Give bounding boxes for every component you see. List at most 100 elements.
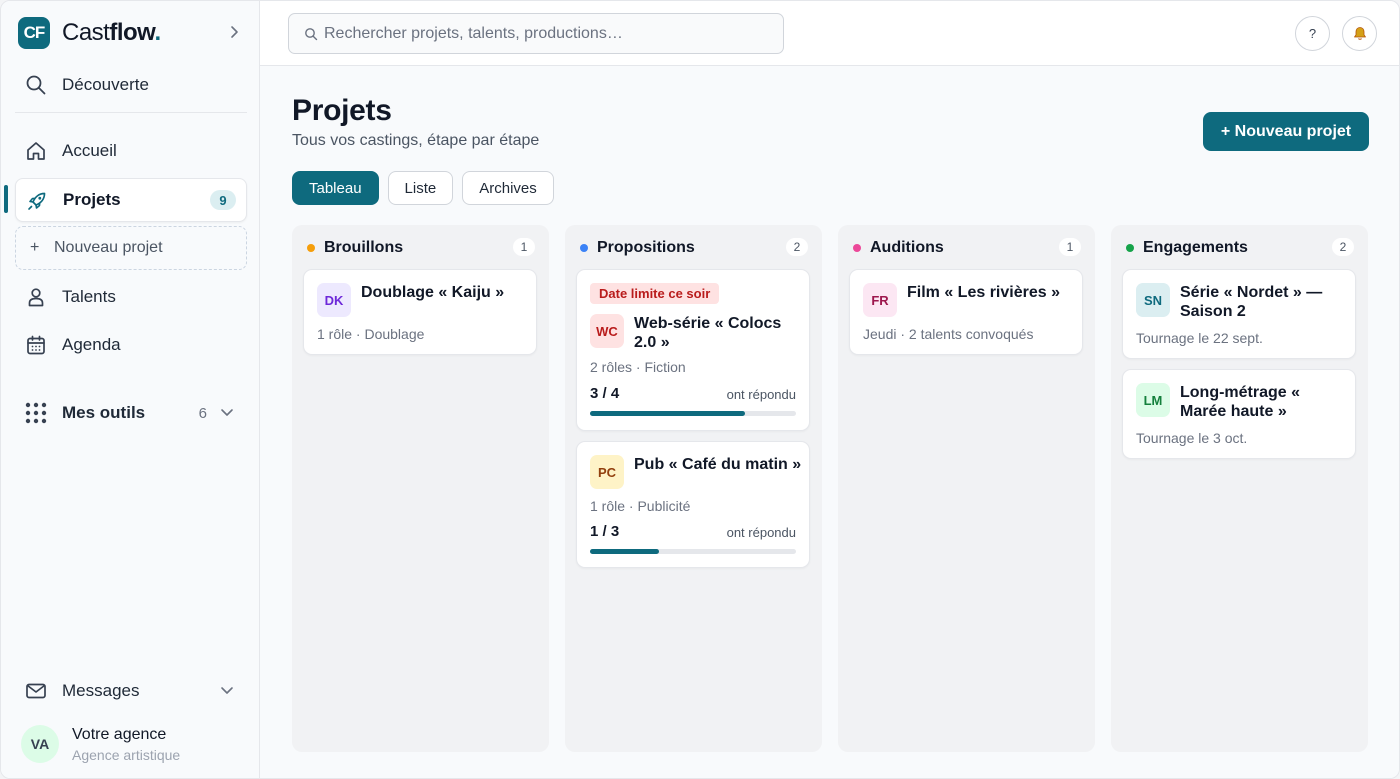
search-input[interactable] <box>324 14 774 53</box>
status-dot <box>1126 244 1134 252</box>
search-icon <box>305 28 318 41</box>
response-progress: 3 / 4 ont répondu <box>590 385 796 403</box>
avatar: VA <box>21 725 59 763</box>
search-icon <box>26 75 46 95</box>
sidebar: CF Castflow. Découverte Accueil Projets … <box>1 1 260 778</box>
project-meta: 1 rôle · Doublage <box>317 326 425 342</box>
notifications-button[interactable] <box>1342 16 1377 51</box>
mail-icon <box>26 683 46 699</box>
view-tabs: Tableau Liste Archives <box>292 171 554 205</box>
rocket-icon <box>28 192 46 210</box>
user-name: Votre agence <box>72 726 167 743</box>
column-title: Engagements <box>1143 239 1248 256</box>
sidebar-divider <box>15 112 247 113</box>
chevron-down-icon <box>221 687 233 694</box>
sidebar-item-label: Accueil <box>62 141 117 160</box>
sidebar-item-agenda[interactable]: Agenda <box>15 323 247 367</box>
project-meta: 1 rôle · Publicité <box>590 498 691 514</box>
sidebar-item-label: Agenda <box>62 335 121 354</box>
brand-name-part2: flow <box>109 19 155 46</box>
column-header: Engagements 2 <box>1126 238 1354 258</box>
bell-icon <box>1353 27 1366 40</box>
person-icon <box>28 288 44 307</box>
column-title: Propositions <box>597 239 695 256</box>
column-count: 1 <box>513 238 535 256</box>
project-meta: 2 rôles · Fiction <box>590 359 686 375</box>
column-auditions: Auditions 1 FR Film « Les rivières » Jeu… <box>838 225 1095 752</box>
project-card[interactable]: Date limite ce soir WC Web-série « Coloc… <box>576 269 810 431</box>
sidebar-item-label: Mes outils <box>62 403 146 422</box>
project-meta: Tournage le 22 sept. <box>1136 330 1263 346</box>
search-bar[interactable] <box>288 13 784 54</box>
help-button[interactable]: ? <box>1295 16 1330 51</box>
brand-logo: CF <box>18 17 50 49</box>
column-brouillons: Brouillons 1 DK Doublage « Kaiju » 1 rôl… <box>292 225 549 752</box>
progress-value: 1 / 3 <box>590 523 620 540</box>
collapse-sidebar-button[interactable] <box>223 21 245 43</box>
project-avatar: FR <box>863 283 897 317</box>
sidebar-item-label: Talents <box>62 287 116 306</box>
project-title: Série « Nordet » — Saison 2 <box>1180 284 1323 320</box>
status-dot <box>853 244 861 252</box>
project-card[interactable]: LM Long-métrage « Marée haute » Tournage… <box>1122 369 1356 459</box>
tab-tableau[interactable]: Tableau <box>292 171 379 205</box>
sidebar-item-projects[interactable]: Projets 9 <box>15 178 247 222</box>
progress-label: ont répondu <box>726 387 796 402</box>
sidebar-item-tools[interactable]: Mes outils 6 <box>15 391 247 435</box>
sidebar-new-project-button[interactable]: + Nouveau projet <box>15 226 247 270</box>
column-engagements: Engagements 2 SN Série « Nordet » — Sais… <box>1111 225 1368 752</box>
brand-name-dot: . <box>154 19 161 46</box>
chevron-down-icon <box>221 409 233 416</box>
project-card[interactable]: FR Film « Les rivières » Jeudi · 2 talen… <box>849 269 1083 355</box>
sidebar-item-messages[interactable]: Messages <box>15 669 247 713</box>
project-meta: Tournage le 3 oct. <box>1136 430 1248 446</box>
project-avatar: SN <box>1136 283 1170 317</box>
new-project-button[interactable]: + Nouveau projet <box>1203 112 1369 151</box>
help-icon: ? <box>1308 26 1317 41</box>
sidebar-item-label: Projets <box>63 190 121 209</box>
projects-count-badge: 9 <box>210 190 236 210</box>
progress-bar <box>590 549 796 554</box>
tab-liste[interactable]: Liste <box>387 171 454 205</box>
deadline-badge: Date limite ce soir <box>590 283 720 304</box>
column-count: 2 <box>786 238 808 256</box>
column-propositions: Propositions 2 Date limite ce soir WC We… <box>565 225 822 752</box>
progress-value: 3 / 4 <box>590 385 620 402</box>
project-card[interactable]: DK Doublage « Kaiju » 1 rôle · Doublage <box>303 269 537 355</box>
brand-name: Castflow. <box>62 19 161 47</box>
project-card[interactable]: PC Pub « Café du matin » 1 rôle · Public… <box>576 441 810 568</box>
brand[interactable]: CF Castflow. <box>18 17 161 49</box>
column-header: Propositions 2 <box>580 238 808 258</box>
user-profile[interactable]: VA Votre agence Agence artistique <box>21 725 241 765</box>
project-title: Doublage « Kaiju » <box>361 284 505 301</box>
brand-name-part1: Cast <box>62 19 110 46</box>
sidebar-item-home[interactable]: Accueil <box>15 129 247 173</box>
project-avatar: PC <box>590 455 624 489</box>
sidebar-item-talents[interactable]: Talents <box>15 275 247 319</box>
project-title: Pub « Café du matin » <box>634 456 802 473</box>
progress-bar <box>590 411 796 416</box>
project-avatar: DK <box>317 283 351 317</box>
project-avatar: WC <box>590 314 624 348</box>
progress-fill <box>590 549 659 554</box>
column-title: Auditions <box>870 239 944 256</box>
column-header: Auditions 1 <box>853 238 1081 258</box>
column-count: 2 <box>1332 238 1354 256</box>
project-avatar: LM <box>1136 383 1170 417</box>
project-card[interactable]: SN Série « Nordet » — Saison 2 Tournage … <box>1122 269 1356 359</box>
project-title: Film « Les rivières » <box>907 284 1060 301</box>
response-progress: 1 / 3 ont répondu <box>590 523 796 541</box>
column-header: Brouillons 1 <box>307 238 535 258</box>
grid-dots-icon <box>25 402 47 424</box>
column-count: 1 <box>1059 238 1081 256</box>
project-meta: Jeudi · 2 talents convoqués <box>863 326 1034 342</box>
sidebar-item-discover[interactable]: Découverte <box>15 63 247 107</box>
app-window: CF Castflow. Découverte Accueil Projets … <box>0 0 1400 779</box>
user-role: Agence artistique <box>72 747 181 763</box>
tab-archives[interactable]: Archives <box>462 171 554 205</box>
progress-fill <box>590 411 745 416</box>
calendar-icon <box>27 335 45 355</box>
page-subtitle: Tous vos castings, étape par étape <box>292 132 540 149</box>
sidebar-new-project-label: Nouveau projet <box>54 239 163 256</box>
plus-icon: + <box>30 239 40 256</box>
